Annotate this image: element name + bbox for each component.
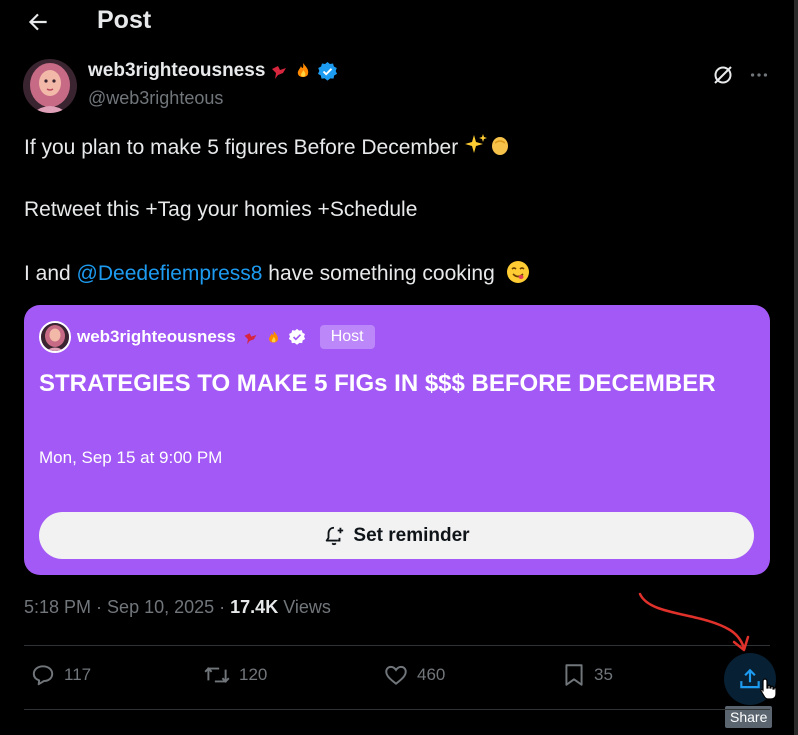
heart-icon xyxy=(385,665,407,685)
page-title: Post xyxy=(97,6,152,34)
space-title: STRATEGIES TO MAKE 5 FIGs IN $$$ BEFORE … xyxy=(39,370,716,397)
post-time[interactable]: 5:18 PM xyxy=(24,597,91,617)
author-name-row[interactable]: web3righteousness xyxy=(88,60,338,82)
tweet-line-1-text: If you plan to make 5 figures Before Dec… xyxy=(24,136,459,159)
verified-badge-icon xyxy=(318,61,338,81)
like-button[interactable]: 460 xyxy=(383,662,445,688)
page-header: Post xyxy=(0,0,790,44)
reply-count: 117 xyxy=(64,665,92,684)
fire-icon xyxy=(268,330,278,343)
verified-badge-icon xyxy=(288,328,305,345)
bookmark-count: 35 xyxy=(594,665,613,684)
space-host-avatar xyxy=(39,321,71,353)
divider xyxy=(24,709,770,710)
window-edge xyxy=(794,0,798,735)
bookmark-button[interactable]: 35 xyxy=(562,662,613,688)
views-count: 17.4K xyxy=(230,597,279,617)
tweet-line-2: Retweet this +Tag your homies +Schedule xyxy=(24,198,418,221)
tweet-line-3-suffix: have something cooking xyxy=(262,262,501,285)
author-handle[interactable]: @web3righteous xyxy=(88,88,223,109)
post-meta: 5:18 PM · Sep 10, 2025 · 17.4K Views xyxy=(24,597,331,617)
more-options-button[interactable] xyxy=(744,60,774,90)
author-name[interactable]: web3righteousness xyxy=(88,60,265,82)
repost-count: 120 xyxy=(239,665,268,684)
tweet-line-3-prefix: I and xyxy=(24,262,77,285)
fire-icon xyxy=(298,63,309,77)
clapping-hand-icon xyxy=(492,137,509,155)
reply-icon xyxy=(32,665,54,686)
repost-icon xyxy=(204,667,230,683)
views-label: Views xyxy=(283,597,331,617)
author-avatar[interactable] xyxy=(23,59,77,113)
yum-face-icon xyxy=(506,261,529,283)
back-button[interactable] xyxy=(22,6,54,38)
sparkles-icon xyxy=(465,134,488,153)
mention-link[interactable]: @Deedefiempress8 xyxy=(77,262,263,285)
space-host-name: web3righteousness xyxy=(77,327,236,346)
grok-icon xyxy=(714,66,732,84)
space-card[interactable]: web3righteousness Host STRATEGIES TO MAK… xyxy=(24,305,770,575)
repost-button[interactable]: 120 xyxy=(203,662,267,688)
tweet-line-1: If you plan to make 5 figures Before Dec… xyxy=(24,133,512,162)
annotation-arrow-icon xyxy=(638,592,750,652)
reply-button[interactable]: 117 xyxy=(30,662,91,688)
set-reminder-button[interactable]: Set reminder xyxy=(39,512,754,559)
like-count: 460 xyxy=(417,665,446,684)
post-date[interactable]: Sep 10, 2025 xyxy=(107,597,214,617)
host-badge: Host xyxy=(319,325,375,349)
bell-plus-icon xyxy=(326,526,344,545)
bird-icon xyxy=(272,66,287,79)
space-host-row: web3righteousness Host xyxy=(39,321,375,353)
bird-icon xyxy=(244,332,257,344)
grok-button[interactable] xyxy=(708,60,738,90)
tweet-line-3: I and @Deedefiempress8 have something co… xyxy=(24,259,531,288)
back-arrow-icon xyxy=(28,13,47,31)
more-icon xyxy=(750,73,768,77)
bookmark-icon xyxy=(565,664,583,686)
hand-cursor-icon xyxy=(759,677,779,706)
set-reminder-label: Set reminder xyxy=(353,524,470,546)
space-datetime: Mon, Sep 15 at 9:00 PM xyxy=(39,448,223,467)
